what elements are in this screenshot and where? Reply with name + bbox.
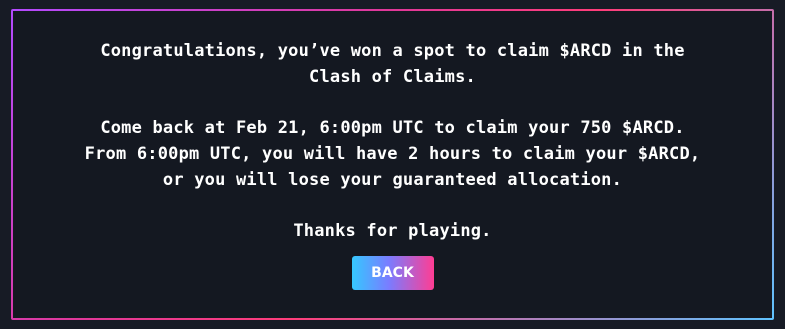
- thanks-line: Thanks for playing.: [293, 221, 492, 241]
- dialog-panel: Congratulations, you’ve won a spot to cl…: [13, 11, 772, 318]
- claim-info-line-1: Come back at Feb 21, 6:00pm UTC to claim…: [100, 118, 685, 138]
- congrats-line-1: Congratulations, you’ve won a spot to cl…: [100, 41, 685, 61]
- congrats-line-2: Clash of Claims.: [309, 67, 476, 87]
- claim-info-line-3: or you will lose your guaranteed allocat…: [162, 170, 623, 190]
- dialog-frame: Congratulations, you’ve won a spot to cl…: [11, 9, 774, 320]
- back-button[interactable]: BACK: [351, 256, 434, 290]
- claim-info-line-2: From 6:00pm UTC, you will have 2 hours t…: [84, 144, 701, 164]
